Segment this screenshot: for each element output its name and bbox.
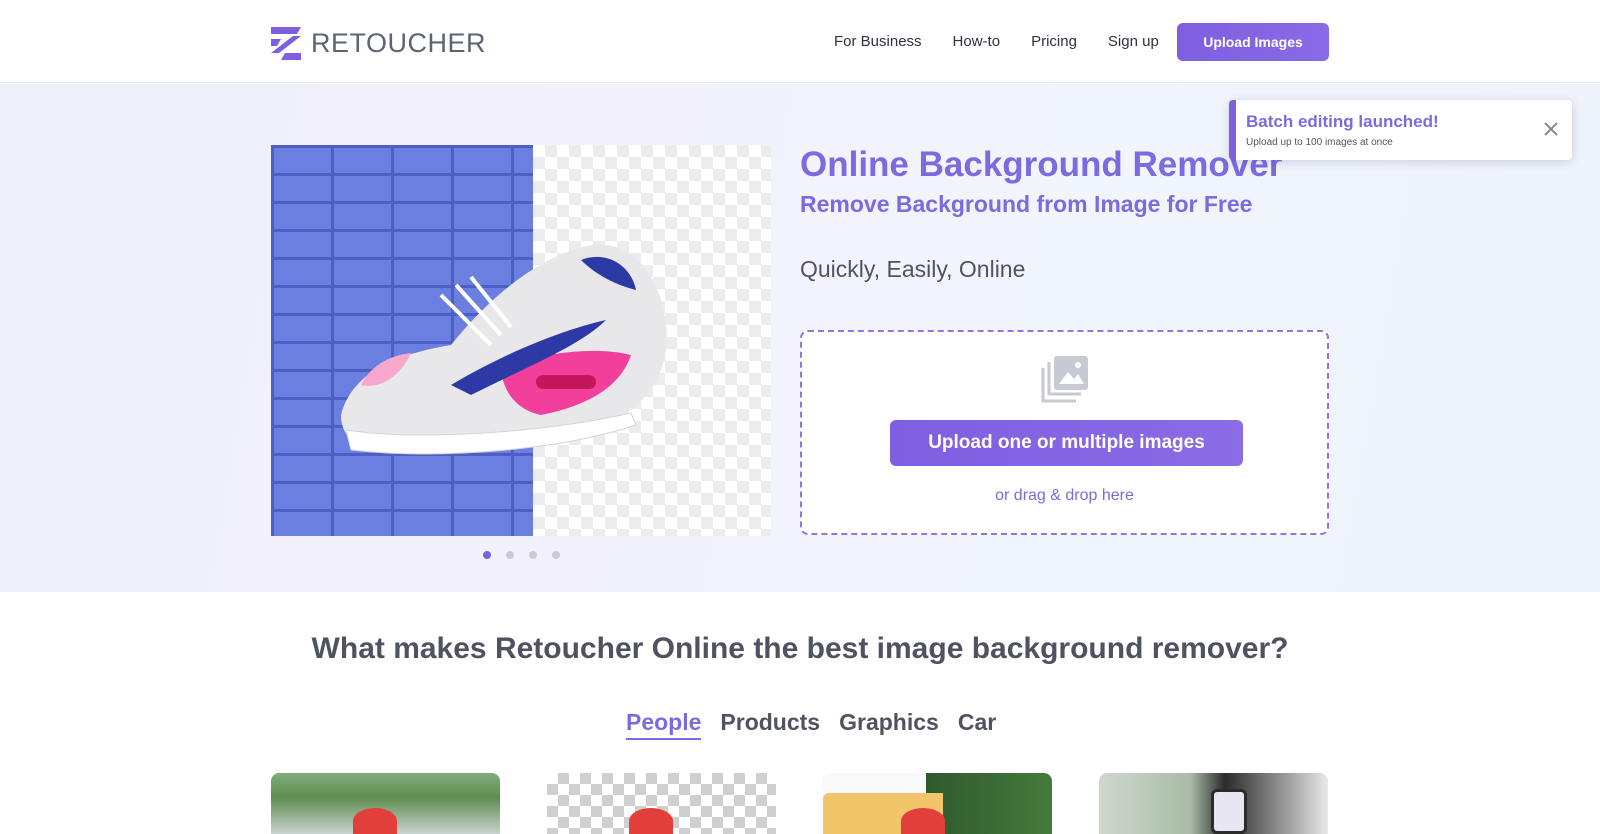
nav-link-pricing[interactable]: Pricing: [1031, 33, 1077, 50]
carousel-dot[interactable]: [506, 551, 514, 559]
site-header: RETOUCHER For Business How-to Pricing Si…: [0, 0, 1600, 83]
upload-dropzone[interactable]: Upload one or multiple images or drag & …: [800, 330, 1329, 535]
toast-body: Upload up to 100 images at once: [1246, 137, 1393, 148]
nav-link-how-to[interactable]: How-to: [953, 33, 1001, 50]
carousel-dot[interactable]: [529, 551, 537, 559]
flower-crown-image: [901, 808, 945, 834]
close-icon[interactable]: [1542, 120, 1560, 138]
tab-products[interactable]: Products: [720, 709, 820, 740]
example-thumbnail[interactable]: [1099, 773, 1328, 834]
example-thumbnail[interactable]: [547, 773, 776, 834]
tab-people[interactable]: People: [626, 709, 702, 740]
example-gallery: [271, 773, 1329, 834]
carousel-dot[interactable]: [552, 551, 560, 559]
sneaker-image: [341, 244, 667, 455]
upload-images-main-button[interactable]: Upload one or multiple images: [890, 420, 1243, 466]
nav-link-sign-up[interactable]: Sign up: [1108, 33, 1159, 50]
notification-toast: Batch editing launched! Upload up to 100…: [1229, 100, 1572, 160]
flower-crown-image: [629, 808, 673, 834]
toast-title: Batch editing launched!: [1246, 112, 1439, 131]
drag-drop-hint: or drag & drop here: [995, 487, 1134, 504]
tab-car[interactable]: Car: [958, 709, 996, 740]
main-nav: For Business How-to Pricing Sign up: [834, 0, 1189, 83]
smartphone-image: [1211, 789, 1247, 834]
upload-images-button[interactable]: Upload Images: [1177, 23, 1329, 61]
nav-link-for-business[interactable]: For Business: [834, 33, 922, 50]
carousel-dot[interactable]: [483, 551, 491, 559]
features-title: What makes Retoucher Online the best ima…: [311, 632, 1289, 665]
tab-graphics[interactable]: Graphics: [839, 709, 939, 740]
category-tabs: People Products Graphics Car: [626, 709, 1015, 740]
example-thumbnail[interactable]: [271, 773, 500, 834]
logo[interactable]: RETOUCHER: [271, 25, 486, 61]
retoucher-logo-icon: [271, 26, 301, 60]
carousel-dots: [483, 551, 575, 559]
images-icon: [1041, 356, 1088, 403]
hero-tagline: Quickly, Easily, Online: [800, 256, 1026, 282]
hero-title: Online Background Remover: [800, 145, 1283, 184]
example-thumbnail[interactable]: [823, 773, 1052, 834]
hero-example-image: [271, 145, 771, 536]
logo-text: RETOUCHER: [311, 27, 487, 58]
hero-subtitle: Remove Background from Image for Free: [800, 191, 1253, 217]
flower-crown-image: [353, 808, 397, 834]
